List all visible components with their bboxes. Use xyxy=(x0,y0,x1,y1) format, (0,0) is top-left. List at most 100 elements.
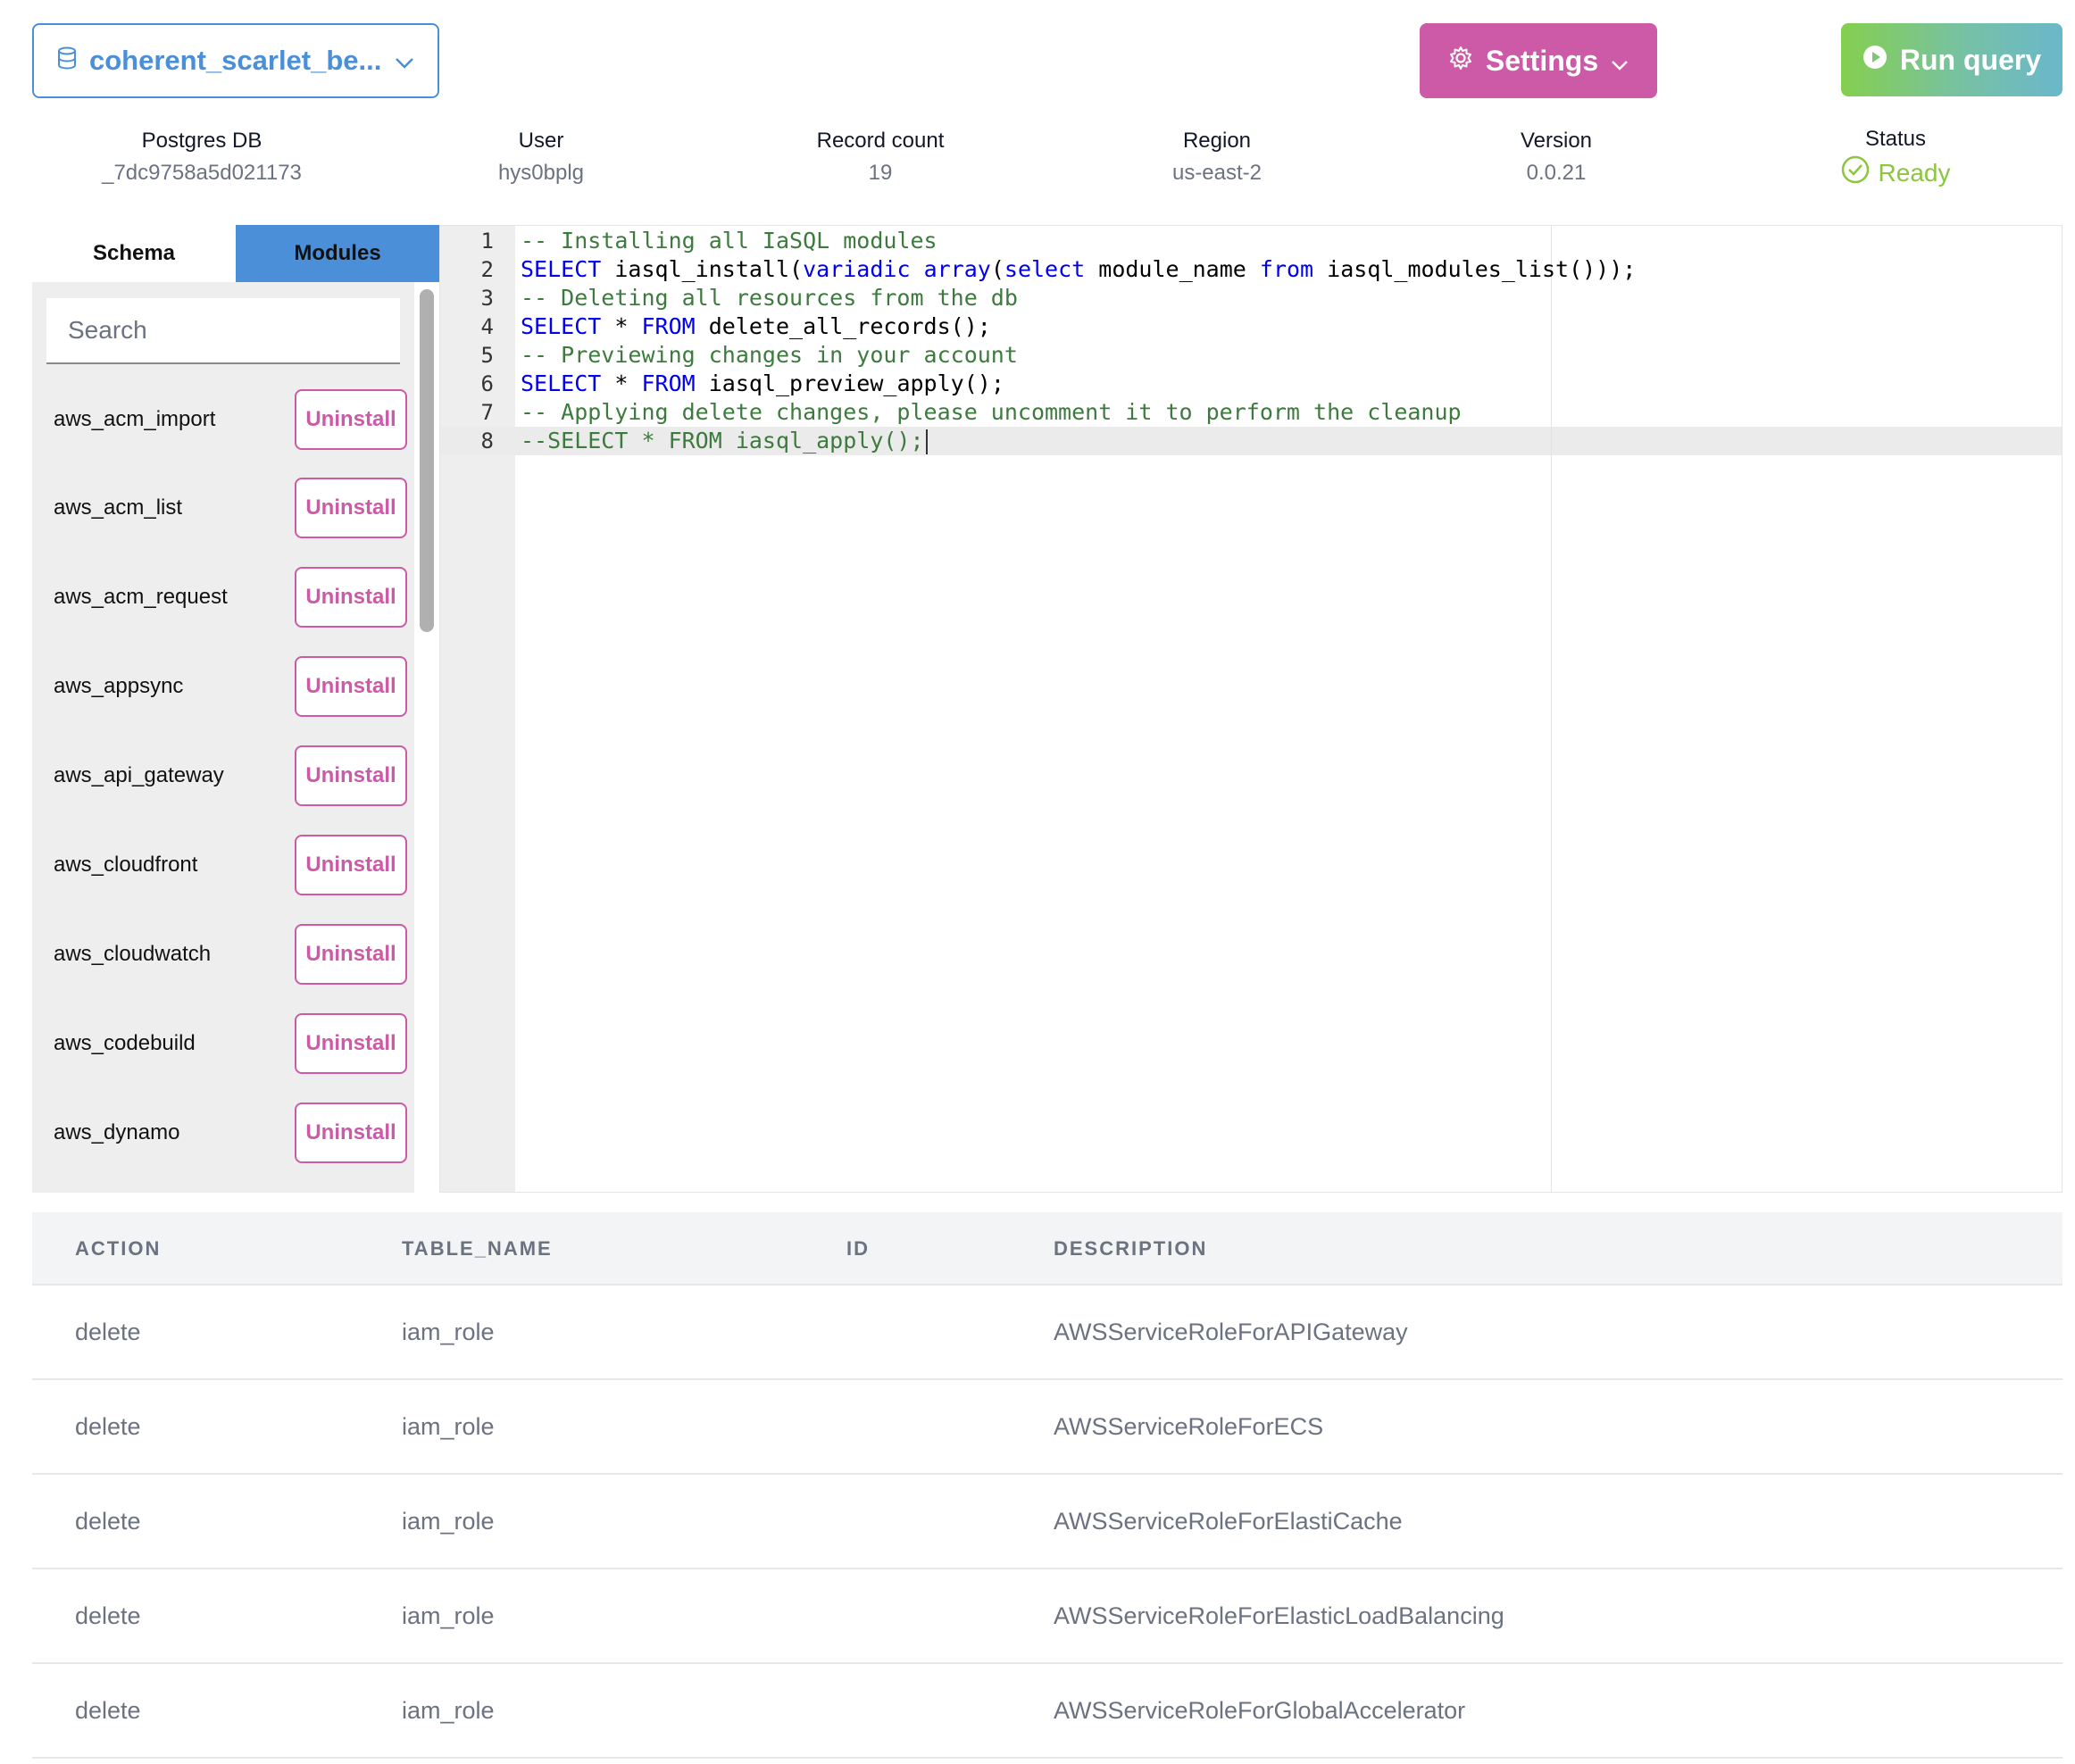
table-row: delete iam_role AWSServiceRoleForElastiC… xyxy=(32,1475,2062,1569)
module-item: aws_acm_request Uninstall xyxy=(54,567,407,628)
info-label: Region xyxy=(1182,129,1252,153)
info-region: Region us-east-2 xyxy=(1083,127,1351,187)
database-selector[interactable]: coherent_scarlet_be... xyxy=(32,23,439,98)
search-input[interactable]: Search xyxy=(46,298,400,364)
uninstall-button[interactable]: Uninstall xyxy=(295,1013,407,1074)
line-number: 1 xyxy=(480,229,494,254)
chevron-down-icon xyxy=(395,45,414,77)
check-circle-icon xyxy=(1841,155,1870,190)
info-value: _7dc9758a5d021173 xyxy=(102,161,302,185)
status-indicator: Ready xyxy=(1762,155,2029,190)
code-line[interactable]: SELECT * FROM iasql_preview_apply(); xyxy=(521,370,1004,398)
code-line[interactable]: -- Deleting all resources from the db xyxy=(521,284,1018,312)
code-line[interactable]: -- Applying delete changes, please uncom… xyxy=(521,398,1462,427)
code-line[interactable]: SELECT iasql_install(variadic array(sele… xyxy=(521,255,1636,284)
uninstall-button[interactable]: Uninstall xyxy=(295,478,407,538)
module-item: aws_appsync Uninstall xyxy=(54,656,407,717)
uninstall-button[interactable]: Uninstall xyxy=(295,745,407,806)
module-name: aws_acm_request xyxy=(54,585,228,609)
code-token: * xyxy=(601,370,642,396)
sql-comment: -- Previewing changes in your account xyxy=(521,342,1018,368)
cell-description: AWSServiceRoleForElastiCache xyxy=(1054,1507,1403,1535)
uninstall-button[interactable]: Uninstall xyxy=(295,567,407,628)
line-number: 6 xyxy=(480,371,494,396)
module-name: aws_acm_list xyxy=(54,495,183,520)
line-number: 2 xyxy=(480,257,494,282)
code-token: ( xyxy=(990,256,1004,282)
line-number: 3 xyxy=(480,286,494,311)
sql-comment: -- Deleting all resources from the db xyxy=(521,285,1018,311)
cell-action: delete xyxy=(75,1602,141,1629)
info-status: Status Ready xyxy=(1762,125,2029,190)
sql-keyword: from xyxy=(1259,256,1314,282)
database-name: coherent_scarlet_be... xyxy=(89,45,382,76)
line-number: 5 xyxy=(480,343,494,368)
status-value: Ready xyxy=(1878,158,1951,187)
cell-table-name: iam_role xyxy=(402,1602,495,1629)
cell-description: AWSServiceRoleForECS xyxy=(1054,1412,1324,1440)
info-value: 19 xyxy=(868,161,893,185)
modules-panel: Search aws_acm_import Uninstall aws_acm_… xyxy=(32,282,439,1193)
sql-keyword: SELECT xyxy=(521,313,602,339)
code-token: iasql_modules_list())); xyxy=(1313,256,1637,282)
module-item: aws_cloudfront Uninstall xyxy=(54,835,407,895)
info-label: Version xyxy=(1520,129,1593,153)
sql-keyword: FROM xyxy=(641,313,696,339)
cell-table-name: iam_role xyxy=(402,1507,495,1535)
cell-action: delete xyxy=(75,1318,141,1345)
module-name: aws_dynamo xyxy=(54,1120,180,1144)
column-header-description: DESCRIPTION xyxy=(1054,1237,1208,1260)
module-item: aws_acm_list Uninstall xyxy=(54,478,407,538)
line-number: 4 xyxy=(480,314,494,339)
uninstall-button[interactable]: Uninstall xyxy=(295,835,407,895)
settings-label: Settings xyxy=(1485,44,1599,77)
line-number: 8 xyxy=(480,429,494,453)
settings-button[interactable]: Settings xyxy=(1420,23,1657,98)
line-number: 7 xyxy=(480,400,494,425)
sql-keyword: variadic xyxy=(803,256,911,282)
code-token: module_name xyxy=(1085,256,1260,282)
tab-modules[interactable]: Modules xyxy=(236,225,439,282)
info-label: Status xyxy=(1864,127,1927,151)
sql-keyword: FROM xyxy=(641,370,696,396)
column-header-id: ID xyxy=(846,1237,870,1260)
database-icon xyxy=(57,45,77,77)
uninstall-button[interactable]: Uninstall xyxy=(295,924,407,985)
cell-table-name: iam_role xyxy=(402,1412,495,1440)
module-name: aws_cloudwatch xyxy=(54,942,212,966)
table-row: delete iam_role AWSServiceRoleForElastic… xyxy=(32,1569,2062,1664)
scrollbar-thumb[interactable] xyxy=(420,289,434,632)
run-query-button[interactable]: Run query xyxy=(1841,23,2062,96)
code-line[interactable]: -- Previewing changes in your account xyxy=(521,341,1018,370)
tab-schema[interactable]: Schema xyxy=(32,225,236,282)
sql-comment: --SELECT * FROM iasql_apply(); xyxy=(521,428,924,453)
code-token: * xyxy=(601,313,642,339)
table-row: delete iam_role AWSServiceRoleForECS xyxy=(32,1380,2062,1475)
cell-action: delete xyxy=(75,1696,141,1724)
sql-keyword: array xyxy=(923,256,991,282)
uninstall-button[interactable]: Uninstall xyxy=(295,656,407,717)
uninstall-button[interactable]: Uninstall xyxy=(295,1102,407,1163)
module-name: aws_acm_import xyxy=(54,407,216,431)
column-header-action: ACTION xyxy=(75,1237,162,1260)
sql-comment: -- Installing all IaSQL modules xyxy=(521,228,938,254)
code-line[interactable]: SELECT * FROM delete_all_records(); xyxy=(521,312,991,341)
results-table: ACTION TABLE_NAME ID DESCRIPTION delete … xyxy=(32,1212,2062,1759)
info-postgres-db: Postgres DB _7dc9758a5d021173 xyxy=(68,127,336,187)
info-label: Record count xyxy=(816,129,945,153)
uninstall-button[interactable]: Uninstall xyxy=(295,389,407,450)
column-header-table-name: TABLE_NAME xyxy=(402,1237,553,1260)
code-token: iasql_preview_apply(); xyxy=(695,370,1004,396)
info-user: User hys0bplg xyxy=(407,127,675,187)
sql-editor[interactable]: 1 2 3 4 5 6 7 8 -- Installing all IaSQL modules… xyxy=(439,225,2062,1193)
code-line[interactable]: -- Installing all IaSQL modules xyxy=(521,227,938,255)
chevron-down-icon xyxy=(1611,45,1629,78)
cell-action: delete xyxy=(75,1507,141,1535)
cell-table-name: iam_role xyxy=(402,1696,495,1724)
sidebar-tabs: Schema Modules xyxy=(32,225,439,282)
code-line[interactable]: --SELECT * FROM iasql_apply(); xyxy=(521,427,928,455)
info-value: 0.0.21 xyxy=(1526,161,1587,185)
print-margin xyxy=(1551,226,1552,1192)
info-version: Version 0.0.21 xyxy=(1422,127,1690,187)
